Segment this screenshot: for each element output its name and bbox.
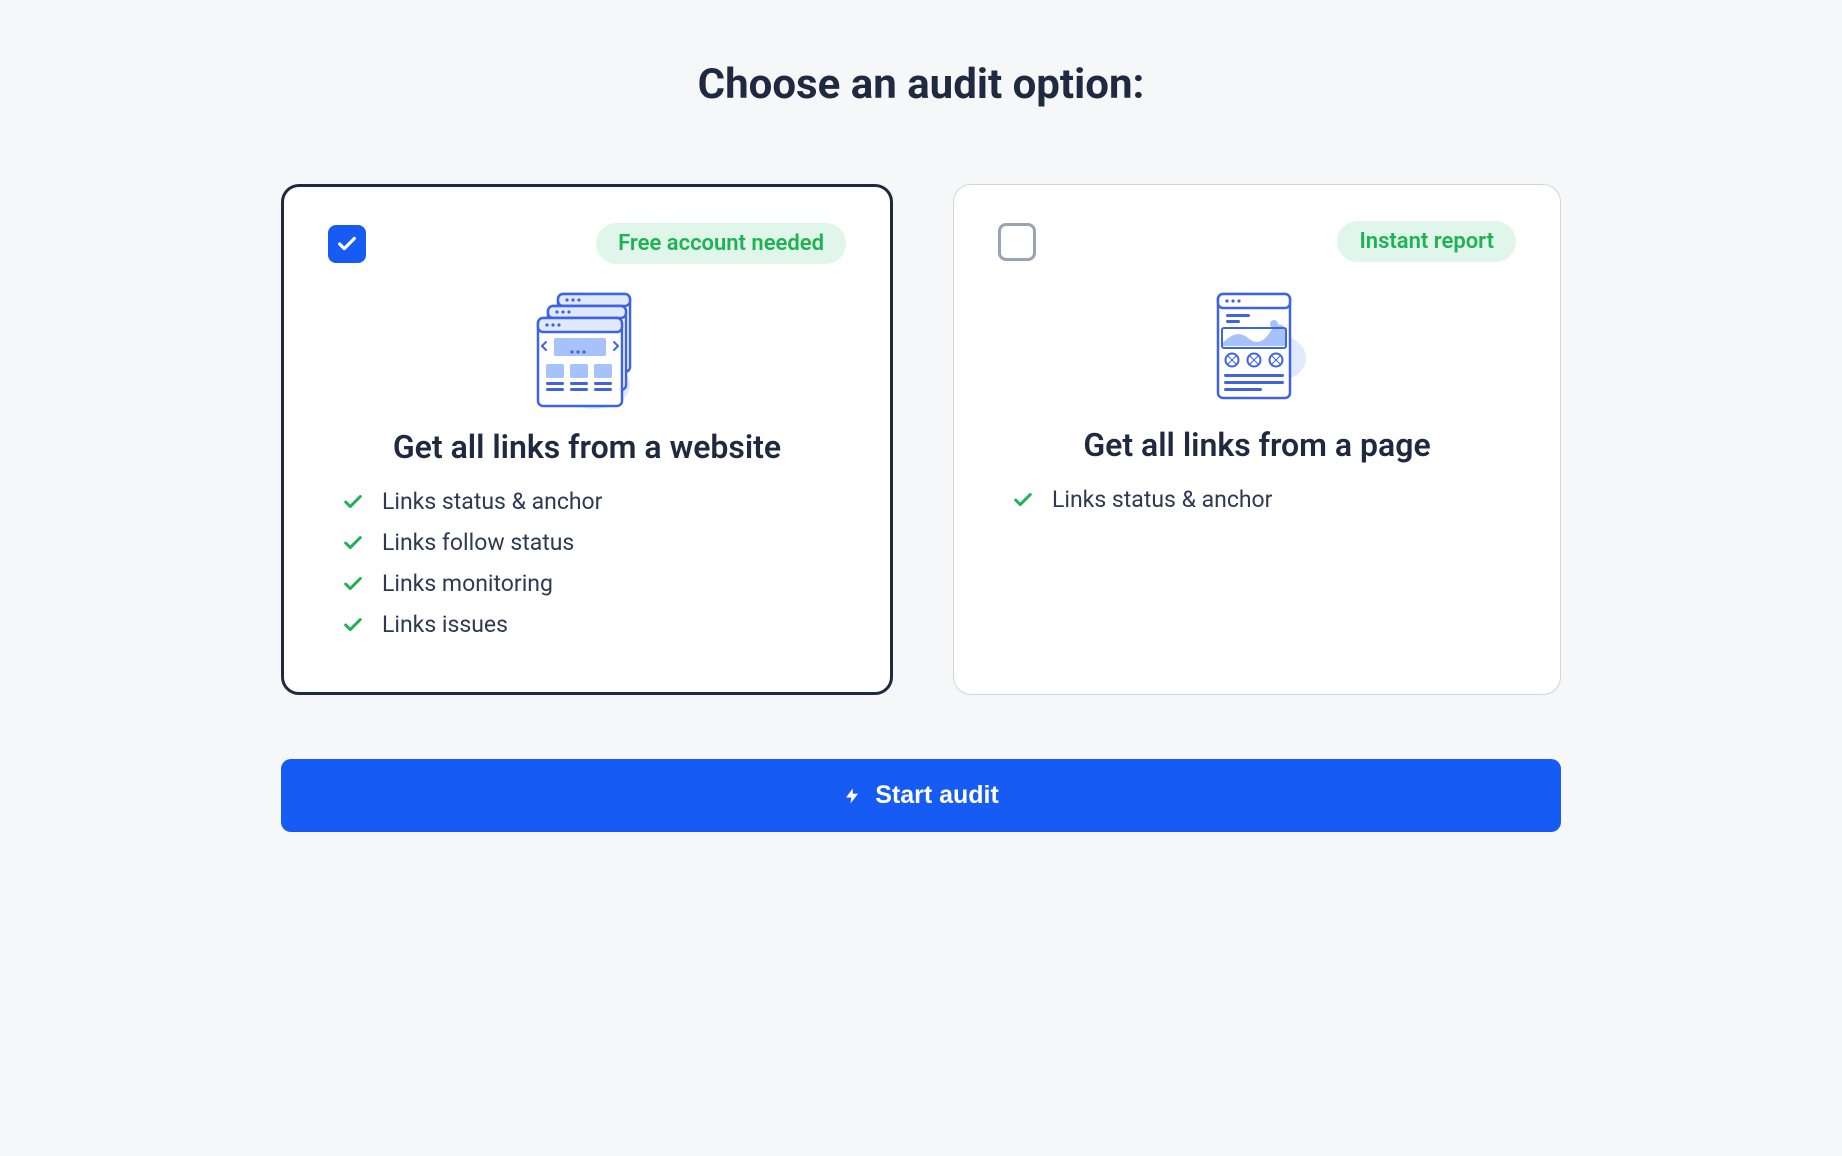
cta-label: Start audit [875,781,999,810]
feature-text: Links status & anchor [382,488,602,515]
checkbox-unchecked[interactable] [998,223,1036,261]
card-header: Free account needed [328,223,846,264]
illustration-page [998,288,1516,408]
badge-instant-report: Instant report [1337,221,1516,262]
feature-item: Links issues [342,611,846,638]
start-audit-button[interactable]: Start audit [281,759,1561,832]
features-list-page: Links status & anchor [998,486,1516,513]
feature-text: Links status & anchor [1052,486,1272,513]
options-row: Free account needed [221,184,1621,695]
card-title-website: Get all links from a website [328,428,846,466]
feature-item: Links status & anchor [1012,486,1516,513]
feature-text: Links monitoring [382,570,553,597]
check-icon [336,233,358,255]
feature-item: Links monitoring [342,570,846,597]
illustration-website [328,290,846,410]
feature-item: Links status & anchor [342,488,846,515]
option-card-website[interactable]: Free account needed [281,184,893,695]
single-page-icon [1202,288,1312,408]
check-icon [342,573,364,595]
card-title-page: Get all links from a page [998,426,1516,464]
check-icon [1012,489,1034,511]
website-stack-icon [522,290,652,410]
features-list-website: Links status & anchor Links follow statu… [328,488,846,638]
feature-item: Links follow status [342,529,846,556]
option-card-page[interactable]: Instant report [953,184,1561,695]
checkbox-checked[interactable] [328,225,366,263]
feature-text: Links issues [382,611,508,638]
lightning-icon [843,783,861,809]
page-title: Choose an audit option: [221,60,1621,109]
check-icon [342,491,364,513]
card-header: Instant report [998,221,1516,262]
badge-free-account: Free account needed [596,223,846,264]
feature-text: Links follow status [382,529,574,556]
check-icon [342,532,364,554]
check-icon [342,614,364,636]
